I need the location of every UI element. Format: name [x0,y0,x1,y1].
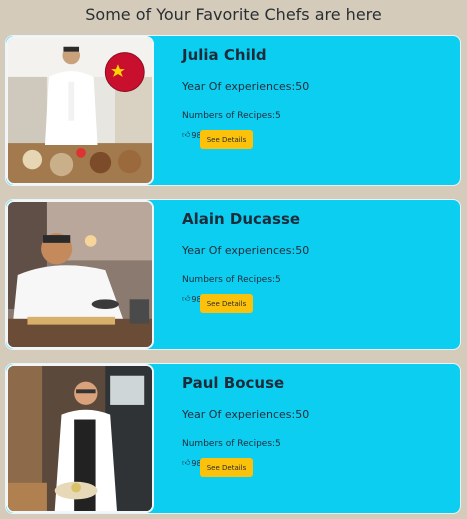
chef-experience: Year Of experiences:50 [182,80,310,93]
chef-name: Paul Bocuse [182,374,285,392]
chef-likes: 👍︎ 98 [182,130,202,140]
chef-recipes: Numbers of Recipes:5 [182,111,281,121]
thumbs-up-icon: 👍︎ [182,130,191,139]
thumbs-up-icon: 👍︎ [182,294,191,303]
chef-name: Alain Ducasse [182,210,301,228]
chef-photo [6,364,154,513]
chef-likes: 👍︎ 98 [182,458,202,468]
chef-card: Julia Child Year Of experiences:50 Numbe… [5,35,461,186]
chef-likes: 👍︎ 98 [182,294,202,304]
chef-photo [6,36,154,185]
chef-experience: Year Of experiences:50 [182,244,310,257]
chef-experience: Year Of experiences:50 [182,408,310,421]
chef-card: Paul Bocuse Year Of experiences:50 Numbe… [5,363,461,514]
chef-recipes: Numbers of Recipes:5 [182,439,281,449]
chef-recipes: Numbers of Recipes:5 [182,275,281,285]
thumbs-up-icon: 👍︎ [182,458,191,467]
chef-photo [6,200,154,349]
see-details-button[interactable]: See Details [200,294,253,313]
see-details-button[interactable]: See Details [200,130,253,149]
page-title: Some of Your Favorite Chefs are here [85,5,382,24]
chef-card: Alain Ducasse Year Of experiences:50 Num… [5,199,461,350]
see-details-button[interactable]: See Details [200,458,253,477]
chef-name: Julia Child [182,46,267,64]
